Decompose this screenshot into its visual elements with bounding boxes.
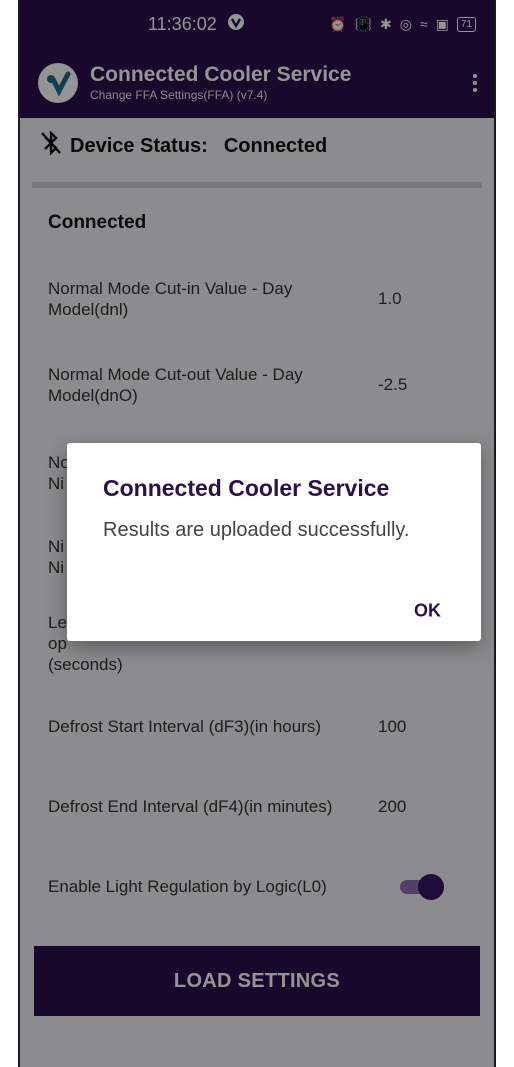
dialog-message: Results are uploaded successfully.: [103, 519, 410, 541]
phone-screen: 11:36:02 ⏰ 📳 ✱ ◎ ≈ ▣ 71 Connected Cooler…: [18, 0, 496, 1067]
dialog-title: Connected Cooler Service: [103, 475, 390, 501]
alert-dialog: Connected Cooler Service Results are upl…: [67, 443, 481, 641]
dialog-ok-button[interactable]: OK: [404, 593, 451, 630]
